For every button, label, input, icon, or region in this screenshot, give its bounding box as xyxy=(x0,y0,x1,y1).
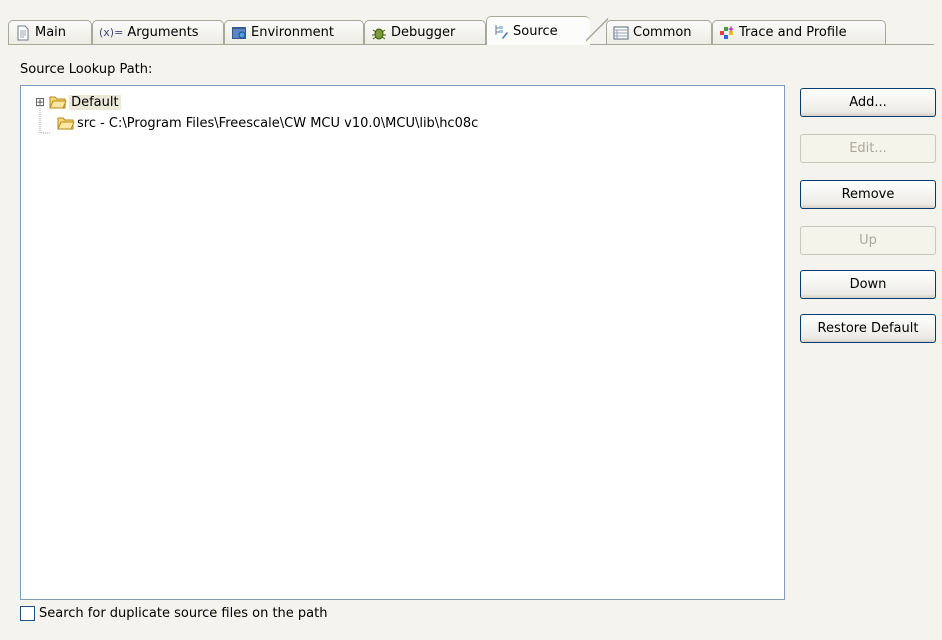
tab-debugger-label: Debugger xyxy=(391,25,456,40)
document-icon xyxy=(15,25,31,41)
bug-icon xyxy=(371,25,387,41)
tab-arguments[interactable]: (x)= Arguments xyxy=(92,20,224,44)
tab-main[interactable]: Main xyxy=(8,20,92,44)
source-lookup-tree[interactable]: ⊞ Default src - C:\Program Files\Freesca… xyxy=(20,85,785,600)
expand-icon[interactable]: ⊞ xyxy=(35,96,45,108)
environment-icon xyxy=(231,25,247,41)
tab-environment-label: Environment xyxy=(251,25,335,40)
up-button[interactable]: Up xyxy=(800,226,936,255)
tab-common[interactable]: Common xyxy=(606,20,712,44)
tree-item-src[interactable]: src - C:\Program Files\Freescale\CW MCU … xyxy=(57,113,478,133)
tab-debugger[interactable]: Debugger xyxy=(364,20,486,44)
source-lookup-path-label: Source Lookup Path: xyxy=(20,62,153,77)
add-button[interactable]: Add... xyxy=(800,88,936,117)
tab-trace-and-profile[interactable]: Trace and Profile xyxy=(712,20,886,44)
tab-environment[interactable]: Environment xyxy=(224,20,364,44)
remove-button[interactable]: Remove xyxy=(800,180,936,209)
tree-item-default[interactable]: ⊞ Default xyxy=(35,92,121,112)
folder-icon xyxy=(57,115,75,131)
tab-common-label: Common xyxy=(633,25,692,40)
tab-source[interactable]: Source xyxy=(486,16,608,45)
tab-source-label: Source xyxy=(513,23,558,39)
restore-default-button[interactable]: Restore Default xyxy=(800,314,936,343)
tree-item-label: src - C:\Program Files\Freescale\CW MCU … xyxy=(77,115,479,131)
duplicate-search-option[interactable]: Search for duplicate source files on the… xyxy=(20,606,327,621)
tab-arguments-label: Arguments xyxy=(127,25,199,40)
trace-profile-icon xyxy=(719,25,735,41)
tree-item-label: Default xyxy=(69,94,121,110)
down-button[interactable]: Down xyxy=(800,270,936,299)
edit-button[interactable]: Edit... xyxy=(800,134,936,163)
arguments-icon: (x)= xyxy=(99,26,124,39)
source-icon xyxy=(493,23,509,39)
duplicate-search-label: Search for duplicate source files on the… xyxy=(39,606,328,621)
common-icon xyxy=(613,25,629,41)
duplicate-search-checkbox[interactable] xyxy=(20,606,35,621)
folder-icon xyxy=(49,94,67,110)
tab-main-label: Main xyxy=(35,25,67,40)
launch-config-tabs: Main (x)= Arguments Environment Debugger… xyxy=(8,8,934,45)
tab-trace-and-profile-label: Trace and Profile xyxy=(739,25,847,40)
